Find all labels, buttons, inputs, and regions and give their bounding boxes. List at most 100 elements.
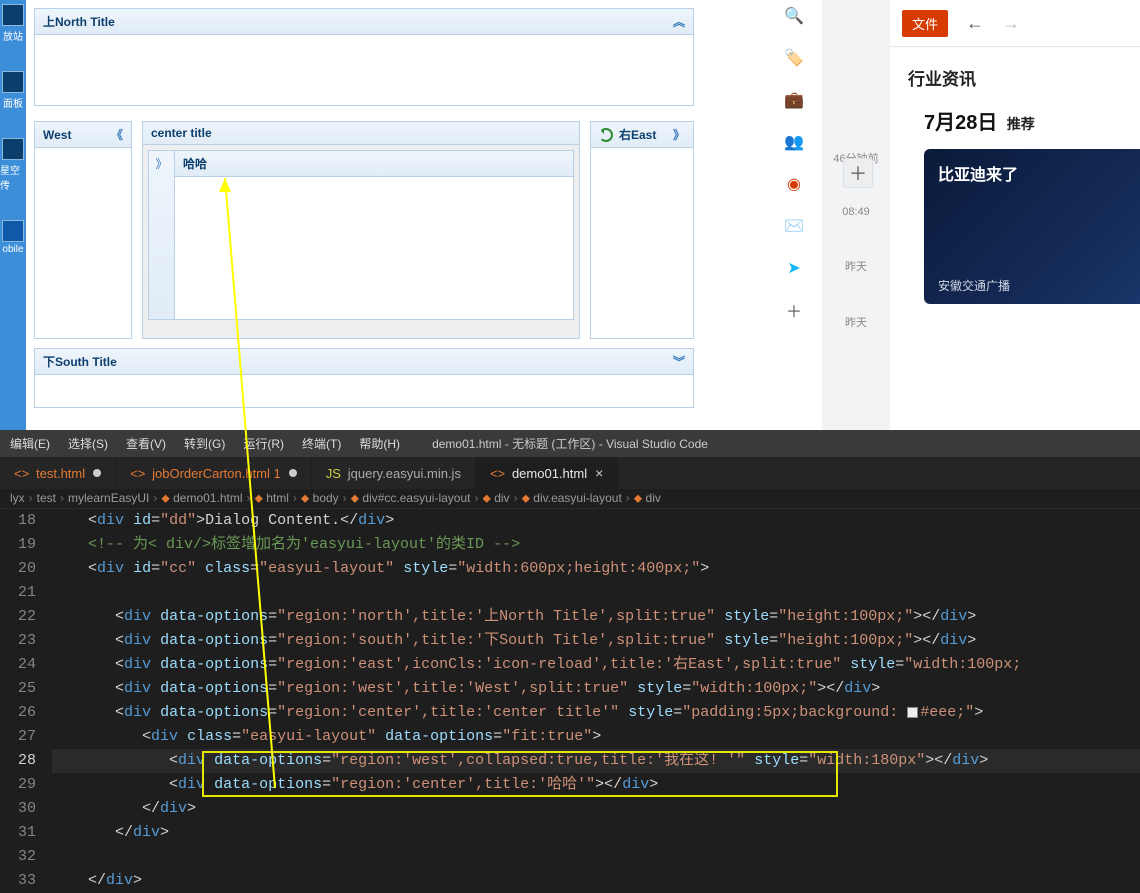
line-number: 29 bbox=[0, 773, 36, 797]
chevron-right-icon: › bbox=[60, 491, 64, 505]
search-icon[interactable]: 🔍 bbox=[784, 6, 804, 26]
editor-tab[interactable]: <>demo01.html× bbox=[476, 457, 618, 489]
east-panel-header[interactable]: 右East 》 bbox=[591, 122, 693, 148]
code-line[interactable]: <div data-options="region:'center',title… bbox=[52, 701, 1140, 725]
code-line[interactable]: <div id="cc" class="easyui-layout" style… bbox=[52, 557, 1140, 581]
desktop-icon[interactable]: 星空传 bbox=[0, 138, 26, 192]
menu-item[interactable]: 转到(G) bbox=[184, 435, 225, 452]
breadcrumb-item[interactable]: ⬥ div#cc.easyui-layout bbox=[351, 491, 471, 506]
collapse-up-icon[interactable]: ︽ bbox=[673, 13, 685, 30]
menu-item[interactable]: 运行(R) bbox=[243, 435, 284, 452]
file-menu-button[interactable]: 文件 bbox=[902, 10, 948, 37]
code-line[interactable] bbox=[52, 581, 1140, 605]
news-card[interactable]: 比亚迪来了 安徽交通广播 ••• bbox=[924, 149, 1140, 304]
desktop-icon[interactable]: 面板 bbox=[0, 71, 26, 110]
line-number: 30 bbox=[0, 797, 36, 821]
chat-times-list: 46分钟前 08:49 昨天 昨天 ＋ bbox=[822, 0, 890, 430]
chevron-right-icon: › bbox=[246, 491, 250, 505]
breadcrumb-item[interactable]: ⬥ html bbox=[254, 491, 288, 506]
breadcrumb[interactable]: lyx › test › mylearnEasyUI › ⬥ demo01.html › ⬥ h… bbox=[0, 489, 1140, 509]
collapse-down-icon[interactable]: ︾ bbox=[673, 353, 685, 370]
center-body: 》 哈哈 bbox=[143, 145, 579, 338]
line-number: 28 bbox=[0, 749, 36, 773]
code-line[interactable]: <div class="easyui-layout" data-options=… bbox=[52, 725, 1140, 749]
layout-center-panel: center title 》 哈哈 bbox=[142, 121, 580, 339]
outlook-icon[interactable]: ✉️ bbox=[784, 216, 804, 236]
right-pane: 文件 ← → ★快 桌 行业资讯 7月28日 推荐 比亚迪来了 安徽交通广播 •… bbox=[890, 0, 1140, 430]
center-panel-header[interactable]: center title bbox=[143, 122, 579, 145]
code-line[interactable]: </div> bbox=[52, 797, 1140, 821]
west-panel-header[interactable]: West 《 bbox=[35, 122, 131, 148]
code-line[interactable]: <!-- 为< div/>标签增加名为'easyui-layout'的类ID -… bbox=[52, 533, 1140, 557]
inner-west-collapsed[interactable]: 》 bbox=[149, 151, 175, 319]
layout-north-panel: 上North Title ︽ bbox=[34, 8, 694, 106]
code-line[interactable]: <div data-options="region:'west',title:'… bbox=[52, 677, 1140, 701]
line-number: 25 bbox=[0, 677, 36, 701]
line-number: 27 bbox=[0, 725, 36, 749]
code-line[interactable]: <div data-options="region:'north',title:… bbox=[52, 605, 1140, 629]
date-tag: 推荐 bbox=[1007, 116, 1035, 132]
people-icon[interactable]: 👥 bbox=[784, 132, 804, 152]
forward-icon[interactable]: → bbox=[1002, 13, 1020, 34]
html-icon: ⬥ bbox=[301, 491, 309, 505]
desktop-icon[interactable]: 放站 bbox=[0, 4, 26, 43]
menu-item[interactable]: 查看(V) bbox=[126, 435, 166, 452]
browser-page: 上North Title ︽ West 《 center title 》 bbox=[26, 0, 766, 430]
code-line[interactable] bbox=[52, 845, 1140, 869]
menu-item[interactable]: 终端(T) bbox=[302, 435, 341, 452]
code-line[interactable]: </div> bbox=[52, 869, 1140, 893]
line-number: 22 bbox=[0, 605, 36, 629]
breadcrumb-item[interactable]: ⬥ demo01.html bbox=[161, 491, 242, 506]
south-title: 下South Title bbox=[43, 353, 117, 370]
editor-tabs: <>test.html<>jobOrderCarton.html 1JSjque… bbox=[0, 457, 1140, 489]
collapse-left-icon[interactable]: 《 bbox=[111, 126, 123, 143]
breadcrumb-item[interactable]: lyx bbox=[10, 491, 25, 505]
close-tab-icon[interactable]: × bbox=[595, 465, 603, 481]
code-line[interactable]: <div data-options="region:'west',collaps… bbox=[52, 749, 1140, 773]
inner-center-header[interactable]: 哈哈 bbox=[175, 151, 573, 177]
easyui-inner-layout: 》 哈哈 bbox=[148, 150, 574, 320]
chevron-right-icon: › bbox=[626, 491, 630, 505]
breadcrumb-item[interactable]: ⬥ div.easyui-layout bbox=[522, 491, 622, 506]
editor-tab[interactable]: JSjquery.easyui.min.js bbox=[312, 457, 476, 489]
collapse-right-icon[interactable]: 》 bbox=[673, 126, 685, 143]
breadcrumb-item[interactable]: ⬥ div bbox=[634, 491, 661, 506]
north-title: 上North Title bbox=[43, 13, 115, 30]
tab-filename: jobOrderCarton.html 1 bbox=[152, 466, 281, 481]
north-panel-header[interactable]: 上North Title ︽ bbox=[35, 9, 693, 35]
desktop-icons-strip: 放站 面板 星空传 obile bbox=[0, 0, 26, 430]
code-line[interactable]: <div data-options="region:'south',title:… bbox=[52, 629, 1140, 653]
chevron-right-icon: › bbox=[29, 491, 33, 505]
plus-icon[interactable]: ＋ bbox=[784, 300, 804, 320]
south-panel-header[interactable]: 下South Title ︾ bbox=[35, 349, 693, 375]
editor-tab[interactable]: <>test.html bbox=[0, 457, 116, 489]
menu-item[interactable]: 选择(S) bbox=[68, 435, 108, 452]
breadcrumb-item[interactable]: ⬥ body bbox=[301, 491, 339, 506]
tag-icon[interactable]: 🏷️ bbox=[784, 48, 804, 68]
menu-item[interactable]: 编辑(E) bbox=[10, 435, 50, 452]
html-icon: ⬥ bbox=[522, 491, 530, 505]
inner-center-title: 哈哈 bbox=[183, 155, 207, 172]
menu-item[interactable]: 帮助(H) bbox=[359, 435, 400, 452]
breadcrumb-item[interactable]: ⬥ div bbox=[482, 491, 509, 506]
new-tab-button[interactable]: ＋ bbox=[843, 158, 873, 188]
back-icon[interactable]: ← bbox=[966, 13, 984, 34]
html-icon: ⬥ bbox=[482, 491, 490, 505]
list-time: 08:49 bbox=[842, 206, 870, 218]
html-icon: ⬥ bbox=[161, 491, 169, 505]
breadcrumb-item[interactable]: test bbox=[37, 491, 56, 505]
code-line[interactable]: <div data-options="region:'center',title… bbox=[52, 773, 1140, 797]
copilot-icon[interactable]: ◉ bbox=[784, 174, 804, 194]
briefcase-icon[interactable]: 💼 bbox=[784, 90, 804, 110]
code-line[interactable]: <div id="dd">Dialog Content.</div> bbox=[52, 509, 1140, 533]
editor-tab[interactable]: <>jobOrderCarton.html 1 bbox=[116, 457, 312, 489]
layout-east-panel: 右East 》 bbox=[590, 121, 694, 339]
desktop-icon[interactable]: obile bbox=[0, 220, 26, 255]
send-icon[interactable]: ➤ bbox=[784, 258, 804, 278]
code-line[interactable]: <div data-options="region:'east',iconCls… bbox=[52, 653, 1140, 677]
code-editor[interactable]: 18192021222324252627282930313233 <div id… bbox=[0, 509, 1140, 893]
line-number: 21 bbox=[0, 581, 36, 605]
code-line[interactable]: </div> bbox=[52, 821, 1140, 845]
breadcrumb-item[interactable]: mylearnEasyUI bbox=[68, 491, 149, 505]
code-area[interactable]: <div id="dd">Dialog Content.</div> <!-- … bbox=[52, 509, 1140, 893]
